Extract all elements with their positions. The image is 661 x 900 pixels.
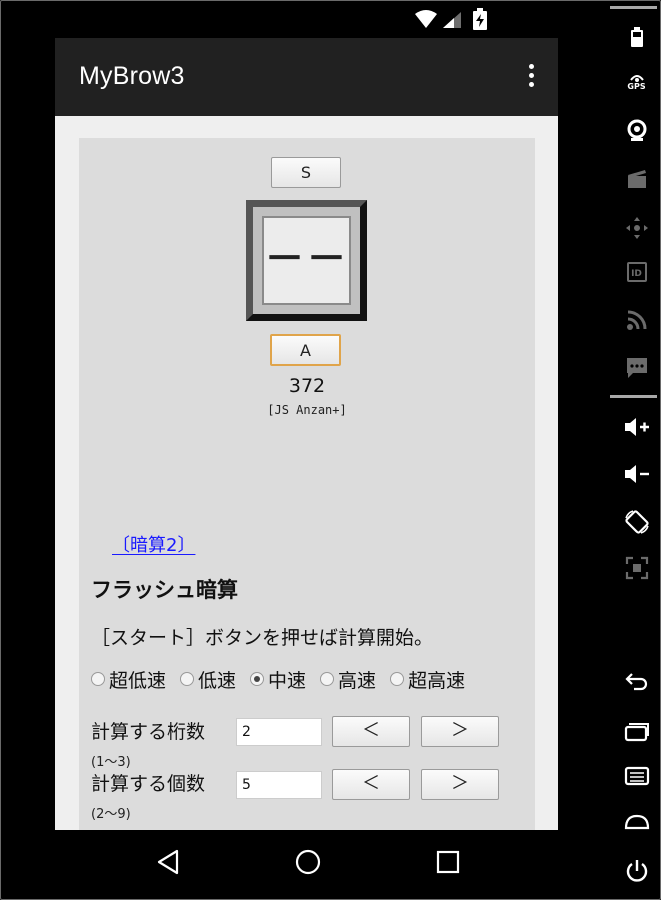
radio-button[interactable] <box>180 672 195 686</box>
clapperboard-icon[interactable] <box>612 168 661 190</box>
back-icon[interactable] <box>612 671 661 693</box>
js-anzan-label: [JS Anzan+] <box>267 403 347 417</box>
speed-option[interactable]: 低速 <box>180 670 236 692</box>
overflow-menu-icon[interactable] <box>526 64 536 90</box>
menu-icon[interactable] <box>612 766 661 786</box>
gps-label: GPS <box>627 82 646 91</box>
speed-option[interactable]: 超高速 <box>390 670 465 692</box>
speed-option-label: 高速 <box>338 670 377 692</box>
counter-value: 372 <box>288 375 326 397</box>
message-icon[interactable] <box>612 356 661 380</box>
digits-hint: (1～3) <box>91 755 131 770</box>
flash-display: －－ <box>246 200 367 321</box>
gps-icon[interactable]: GPS <box>612 72 661 92</box>
emulator-side-panel: GPS ID <box>612 0 661 900</box>
rotate-icon[interactable] <box>612 509 661 535</box>
count-decrease-button[interactable]: ＜ <box>332 769 410 800</box>
wifi-icon <box>415 10 437 28</box>
battery-icon[interactable] <box>612 26 661 48</box>
anzan2-link[interactable]: 〔暗算2〕 <box>112 531 195 557</box>
radio-button[interactable] <box>390 672 405 686</box>
app-bar: MyBrow3 <box>55 38 558 116</box>
radio-button[interactable] <box>320 672 335 686</box>
app-screen: MyBrow3 S －－ A 372 [JS Anzan+] 〔暗算2〕 フラッ… <box>55 38 558 830</box>
count-increase-button[interactable]: ＞ <box>421 769 499 800</box>
digits-increase-button[interactable]: ＞ <box>421 716 499 747</box>
web-content: S －－ A 372 [JS Anzan+] 〔暗算2〕 フラッシュ暗算 ［スタ… <box>79 138 535 830</box>
instruction-text: ［スタート］ボタンを押せば計算開始。 <box>91 627 434 649</box>
digits-label: 計算する桁数 <box>91 721 206 743</box>
volume-up-icon[interactable] <box>612 416 661 438</box>
signal-icon <box>443 12 461 28</box>
speed-option-label: 低速 <box>198 670 237 692</box>
volume-down-icon[interactable] <box>612 463 661 485</box>
status-bar <box>0 0 600 38</box>
speed-option-label: 超高速 <box>408 670 466 692</box>
recents-square-icon[interactable] <box>435 848 461 876</box>
digits-decrease-button[interactable]: ＜ <box>332 716 410 747</box>
speed-option[interactable]: 超低速 <box>91 670 166 692</box>
radio-button-selected[interactable] <box>250 672 265 686</box>
speed-option[interactable]: 高速 <box>320 670 376 692</box>
radio-button[interactable] <box>91 672 105 686</box>
navigation-bar <box>55 830 558 900</box>
id-icon[interactable]: ID <box>612 262 661 282</box>
speed-option[interactable]: 中速 <box>250 670 306 692</box>
battery-charging-icon <box>473 8 487 30</box>
s-button[interactable]: S <box>271 157 341 188</box>
app-title: MyBrow3 <box>79 62 185 90</box>
home-icon[interactable] <box>612 812 661 832</box>
digits-input[interactable] <box>236 718 322 746</box>
rss-icon[interactable] <box>612 309 661 331</box>
recent-apps-icon[interactable] <box>612 718 661 742</box>
power-icon[interactable] <box>612 858 661 884</box>
count-input[interactable] <box>236 771 322 799</box>
speed-option-label: 中速 <box>268 670 307 692</box>
section-title: フラッシュ暗算 <box>91 578 238 602</box>
speed-radio-group: 超低速 低速 中速 高速 超高速 <box>91 670 531 692</box>
back-triangle-icon[interactable] <box>155 848 181 876</box>
speed-option-label: 超低速 <box>109 670 167 692</box>
a-button[interactable]: A <box>270 334 341 366</box>
camera-icon[interactable] <box>612 119 661 143</box>
dpad-icon[interactable] <box>612 216 661 240</box>
flash-display-value: －－ <box>262 216 351 305</box>
id-label: ID <box>626 262 647 282</box>
scale-icon[interactable] <box>612 556 661 580</box>
count-hint: (2～9) <box>91 807 131 822</box>
count-label: 計算する個数 <box>91 773 206 795</box>
home-circle-icon[interactable] <box>294 848 322 876</box>
